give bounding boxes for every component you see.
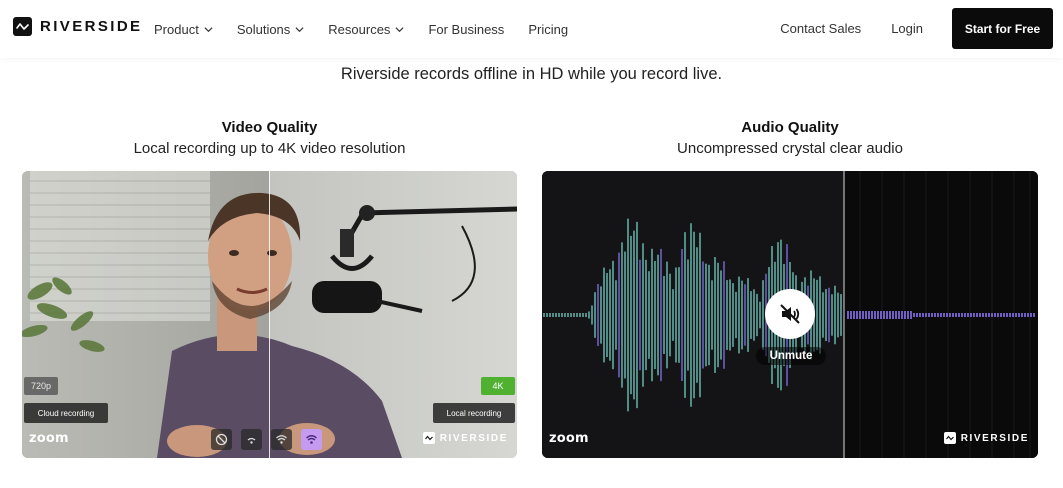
audio-quality-title: Audio Quality (741, 119, 839, 136)
zoom-logo: zoom (549, 431, 589, 446)
connection-controls (211, 429, 322, 450)
zoom-logo: zoom (29, 431, 69, 446)
wifi-strong-icon[interactable] (301, 429, 322, 450)
hero-tagline: Riverside records offline in HD while yo… (340, 65, 723, 83)
riverside-logo-icon (943, 432, 956, 444)
main-menu: Product Solutions Resources For Business… (154, 0, 592, 58)
menu-item-resources[interactable]: Resources (328, 22, 404, 37)
chevron-down-icon (204, 26, 213, 32)
signal-weak-icon[interactable] (241, 429, 262, 450)
riverside-watermark: RIVERSIDE (422, 432, 508, 444)
disabled-icon[interactable] (211, 429, 232, 450)
audio-quality-subtitle: Uncompressed crystal clear audio (677, 140, 903, 157)
login-link[interactable]: Login (891, 21, 923, 36)
chevron-down-icon (395, 26, 404, 32)
menu-item-label: Solutions (236, 21, 291, 37)
riverside-logo-icon (13, 17, 32, 36)
resolution-badge-720p: 720p (24, 377, 58, 395)
resolution-badge-4k: 4K (481, 377, 515, 395)
video-comparison-panel: 720p 4K Cloud recording Local recording … (22, 171, 517, 458)
menu-item-label: Product (154, 21, 199, 37)
riverside-watermark: RIVERSIDE (943, 432, 1029, 444)
menu-item-product[interactable]: Product (154, 22, 213, 37)
cloud-recording-label: Cloud recording (24, 403, 108, 423)
menu-item-pricing[interactable]: Pricing (528, 22, 568, 37)
window-blinds (30, 171, 210, 321)
unmute-button[interactable] (765, 289, 815, 339)
riverside-watermark-text: RIVERSIDE (960, 432, 1029, 444)
unmute-label: Unmute (756, 347, 826, 365)
contact-sales-link[interactable]: Contact Sales (780, 21, 861, 36)
chevron-down-icon (295, 26, 304, 32)
menu-item-label: Resources (328, 21, 391, 37)
riverside-watermark-text: RIVERSIDE (439, 432, 508, 444)
signal-medium-icon[interactable] (271, 429, 292, 450)
menu-item-solutions[interactable]: Solutions (237, 22, 304, 37)
audio-comparison-panel: Unmute zoom RIVERSIDE (542, 171, 1038, 458)
menu-item-for-business[interactable]: For Business (428, 22, 504, 37)
riverside-logo-icon (422, 432, 435, 444)
menu-item-label: Pricing (528, 21, 569, 37)
menu-item-label: For Business (428, 21, 505, 37)
video-quality-subtitle: Local recording up to 4K video resolutio… (133, 140, 406, 157)
comparison-divider[interactable] (269, 171, 270, 458)
local-recording-label: Local recording (433, 403, 515, 423)
brand-logo[interactable]: RIVERSIDE (13, 17, 142, 36)
brand-name: RIVERSIDE (40, 18, 143, 35)
speaker-muted-icon (780, 304, 800, 324)
video-quality-title: Video Quality (221, 119, 318, 136)
top-navigation: RIVERSIDE Product Solutions Resources Fo… (0, 0, 1063, 58)
account-actions: Contact Sales Login Start for Free (780, 8, 1053, 49)
start-for-free-button[interactable]: Start for Free (952, 8, 1053, 49)
